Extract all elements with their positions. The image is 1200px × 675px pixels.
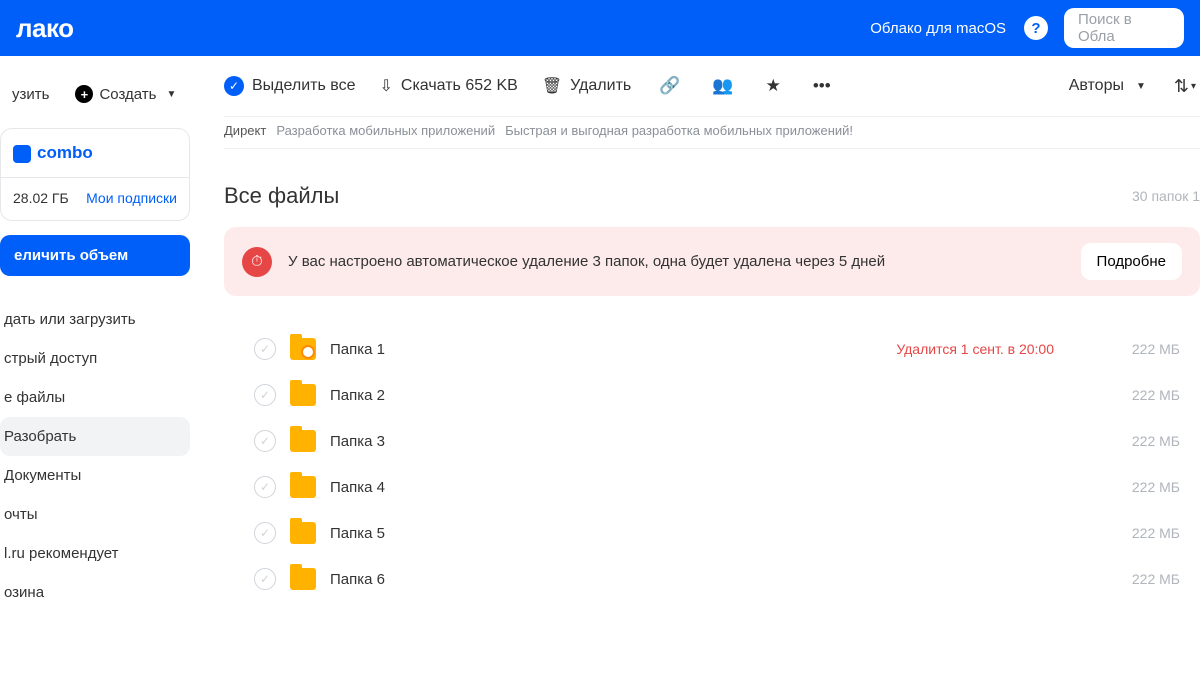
row-checkbox[interactable]: ✓: [254, 522, 276, 544]
authors-filter[interactable]: Авторы ▼: [1069, 77, 1146, 95]
download-icon: ⇩: [379, 76, 392, 96]
folder-size: 222 МБ: [1100, 479, 1180, 495]
star-icon[interactable]: ★: [762, 72, 785, 100]
chevron-down-icon: ▼: [166, 89, 176, 100]
sidebar-item[interactable]: е файлы: [0, 378, 190, 417]
share-people-icon[interactable]: 👥: [708, 72, 737, 100]
upload-label: узить: [12, 86, 49, 103]
row-checkbox[interactable]: ✓: [254, 568, 276, 590]
folder-row[interactable]: ✓ Папка 2 222 МБ: [224, 372, 1200, 418]
delete-warning: Удалится 1 сент. в 20:00: [896, 341, 1054, 357]
sidebar-item[interactable]: l.ru рекомендует: [0, 534, 190, 573]
folder-name: Папка 5: [330, 525, 1086, 542]
row-checkbox[interactable]: ✓: [254, 384, 276, 406]
folder-size: 222 МБ: [1100, 571, 1180, 587]
select-all-button[interactable]: ✓ Выделить все: [224, 76, 355, 96]
folder-icon: [290, 430, 316, 452]
trash-icon: 🗑: [542, 76, 562, 96]
combo-title[interactable]: combo: [13, 143, 177, 163]
macos-link-label: Облако для macOS: [870, 20, 1006, 37]
sidebar-item[interactable]: озина: [0, 573, 190, 612]
search-input[interactable]: Поиск в Обла: [1064, 8, 1184, 48]
alert-details-button[interactable]: Подробне: [1081, 243, 1182, 280]
ad-text-2: Быстрая и выгодная разработка мобильных …: [505, 123, 853, 138]
search-placeholder: Поиск в Обла: [1078, 11, 1170, 45]
download-label: Скачать 652 KB: [401, 77, 518, 95]
plus-icon: +: [75, 85, 93, 103]
folder-row[interactable]: ✓ Папка 3 222 МБ: [224, 418, 1200, 464]
link-icon[interactable]: 🔗: [655, 72, 684, 100]
upgrade-storage-button[interactable]: еличить объем: [0, 235, 190, 276]
folder-size: 222 МБ: [1100, 525, 1180, 541]
folder-name: Папка 1: [330, 341, 882, 358]
folder-icon: [290, 568, 316, 590]
folder-row[interactable]: ✓ Папка 6 222 МБ: [224, 556, 1200, 602]
row-checkbox[interactable]: ✓: [254, 338, 276, 360]
alert-text: У вас настроено автоматическое удаление …: [288, 253, 1065, 270]
help-icon[interactable]: ?: [1024, 16, 1048, 40]
folder-name: Папка 2: [330, 387, 1086, 404]
storage-used: 28.02 ГБ: [13, 190, 69, 206]
sidebar-item[interactable]: очты: [0, 495, 190, 534]
page-title: Все файлы: [224, 183, 339, 209]
file-list: ✓ Папка 1 Удалится 1 сент. в 20:00 222 МБ ✓ П…: [224, 326, 1200, 602]
row-checkbox[interactable]: ✓: [254, 430, 276, 452]
combo-card: combo 28.02 ГБ Мои подписки: [0, 128, 190, 221]
clock-alert-icon: ⏱: [242, 247, 272, 277]
ad-label: Директ: [224, 123, 266, 138]
folder-row[interactable]: ✓ Папка 5 222 МБ: [224, 510, 1200, 556]
select-all-label: Выделить все: [252, 77, 355, 95]
folder-name: Папка 6: [330, 571, 1086, 588]
ad-banner[interactable]: Директ Разработка мобильных приложений Б…: [224, 116, 1200, 149]
folder-icon: [290, 522, 316, 544]
check-icon: ✓: [224, 76, 244, 96]
sidebar-nav: дать или загрузитьстрый доступе файлыРаз…: [0, 300, 200, 612]
download-button[interactable]: ⇩ Скачать 652 KB: [379, 76, 517, 96]
app-logo[interactable]: лако: [16, 13, 74, 44]
folder-name: Папка 3: [330, 433, 1086, 450]
folder-size: 222 МБ: [1100, 341, 1180, 357]
delete-label: Удалить: [570, 77, 631, 95]
sort-button[interactable]: ⇅▾: [1170, 72, 1200, 101]
sidebar-item[interactable]: Разобрать: [0, 417, 190, 456]
sidebar-item[interactable]: дать или загрузить: [0, 300, 190, 339]
folder-count: 30 папок 1: [1132, 188, 1200, 204]
folder-icon: [290, 384, 316, 406]
create-button[interactable]: + Создать ▼: [67, 79, 184, 109]
auto-delete-alert: ⏱ У вас настроено автоматическое удалени…: [224, 227, 1200, 296]
macos-download-link[interactable]: Облако для macOS: [862, 20, 1006, 37]
folder-icon: [290, 338, 316, 360]
authors-label: Авторы: [1069, 77, 1124, 95]
divider: [1, 177, 189, 178]
sidebar-item[interactable]: стрый доступ: [0, 339, 190, 378]
ad-text-1: Разработка мобильных приложений: [276, 123, 495, 138]
subscriptions-link[interactable]: Мои подписки: [86, 190, 177, 206]
folder-size: 222 МБ: [1100, 387, 1180, 403]
row-checkbox[interactable]: ✓: [254, 476, 276, 498]
more-icon[interactable]: •••: [809, 72, 835, 100]
chevron-down-icon: ▼: [1136, 81, 1146, 92]
folder-row[interactable]: ✓ Папка 1 Удалится 1 сент. в 20:00 222 МБ: [224, 326, 1200, 372]
delete-button[interactable]: 🗑 Удалить: [542, 76, 631, 96]
folder-icon: [290, 476, 316, 498]
folder-row[interactable]: ✓ Папка 4 222 МБ: [224, 464, 1200, 510]
folder-name: Папка 4: [330, 479, 1086, 496]
sidebar-item[interactable]: Документы: [0, 456, 190, 495]
folder-size: 222 МБ: [1100, 433, 1180, 449]
create-label: Создать: [99, 86, 156, 103]
upload-button[interactable]: узить: [4, 80, 57, 109]
